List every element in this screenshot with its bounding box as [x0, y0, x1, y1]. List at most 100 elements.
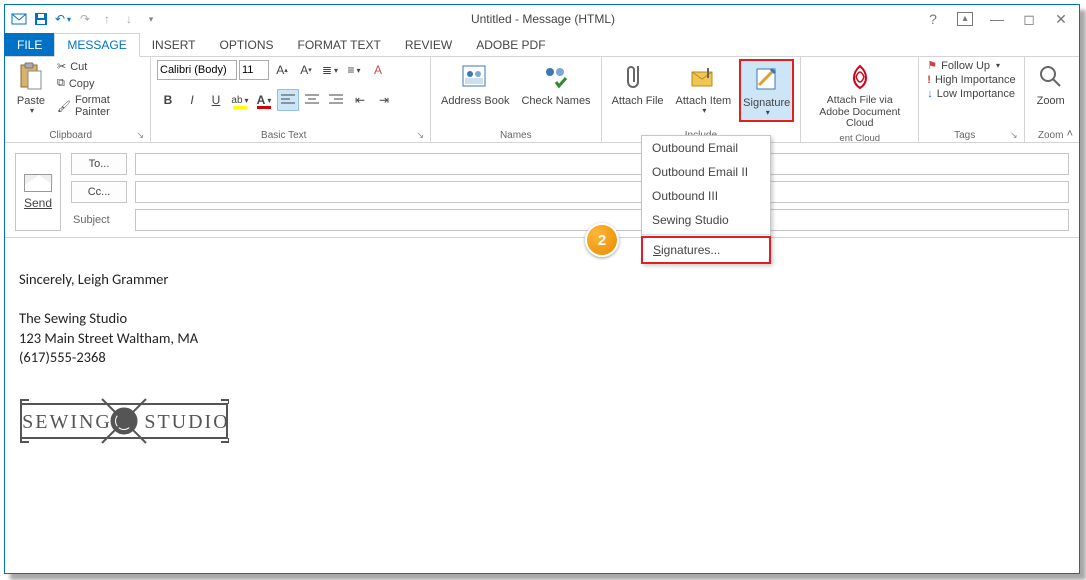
tab-format-text[interactable]: FORMAT TEXT — [286, 33, 393, 56]
qat-customize-icon[interactable]: ▾ — [141, 9, 161, 29]
dialog-launcher-icon[interactable]: ↘ — [136, 130, 144, 141]
window-title: Untitled - Message (HTML) — [161, 12, 925, 26]
magnifier-icon — [1035, 61, 1067, 93]
zoom-button[interactable]: Zoom — [1031, 59, 1071, 109]
dialog-launcher-icon[interactable]: ↘ — [416, 130, 424, 141]
format-painter-button[interactable]: 🖌Format Painter — [55, 93, 144, 119]
to-field[interactable] — [135, 153, 1069, 175]
group-basic-text: A▴ A▾ ≣▾ ≡▾ A B I U ab▾ A▾ ⇤ ⇥ — [151, 57, 431, 142]
increase-indent-icon[interactable]: ⇥ — [373, 89, 395, 111]
quick-access-toolbar: ↶▾ ↷ ↑ ↓ ▾ — [9, 9, 161, 29]
follow-up-button[interactable]: ⚑Follow Up▾ — [925, 59, 1017, 72]
window-controls: ? ▴ — ◻ ✕ — [925, 11, 1075, 28]
copy-button[interactable]: ⧉Copy — [55, 76, 144, 91]
send-button[interactable]: Send — [15, 153, 61, 231]
callout-badge-2: 2 — [585, 223, 619, 257]
maximize-icon[interactable]: ◻ — [1021, 11, 1037, 28]
cc-field[interactable] — [135, 181, 1069, 203]
redo-icon[interactable]: ↷ — [75, 9, 95, 29]
close-icon[interactable]: ✕ — [1053, 11, 1069, 28]
to-button[interactable]: To... — [71, 153, 127, 175]
cut-button[interactable]: ✂Cut — [55, 59, 144, 74]
next-icon[interactable]: ↓ — [119, 9, 139, 29]
undo-icon[interactable]: ↶▾ — [53, 9, 73, 29]
subject-label: Subject — [71, 214, 127, 226]
grow-font-icon[interactable]: A▴ — [271, 59, 293, 81]
signature-icon — [751, 63, 783, 95]
copy-icon: ⧉ — [57, 77, 65, 90]
bold-button[interactable]: B — [157, 89, 179, 111]
signature-line1: Sincerely, Leigh Grammer — [19, 270, 1065, 290]
svg-text:SEWING: SEWING — [22, 411, 112, 433]
group-tags: ⚑Follow Up▾ !High Importance ↓Low Import… — [919, 57, 1024, 142]
tab-options[interactable]: OPTIONS — [208, 33, 286, 56]
ribbon-display-icon[interactable]: ▴ — [957, 12, 973, 26]
check-names-icon — [540, 61, 572, 93]
group-adobe: Attach File via Adobe Document Cloud ent… — [801, 57, 919, 142]
font-size-combo[interactable] — [239, 60, 269, 80]
prev-icon[interactable]: ↑ — [97, 9, 117, 29]
signature-menu-item[interactable]: Sewing Studio — [642, 208, 770, 232]
signatures-menu-item[interactable]: Signatures... — [641, 236, 771, 264]
group-clipboard: Paste ▾ ✂Cut ⧉Copy 🖌Format Painter Clipb… — [5, 57, 151, 142]
adobe-attach-button[interactable]: Attach File via Adobe Document Cloud — [807, 59, 912, 132]
group-include: Attach File Attach Item▾ Signature ▾ Inc… — [602, 57, 802, 142]
signature-menu-item[interactable]: Outbound Email II — [642, 160, 770, 184]
signature-menu-item[interactable]: Outbound Email — [642, 136, 770, 160]
minimize-icon[interactable]: — — [989, 11, 1005, 27]
decrease-indent-icon[interactable]: ⇤ — [349, 89, 371, 111]
paperclip-icon — [622, 61, 654, 93]
paste-button[interactable]: Paste ▾ — [11, 59, 51, 118]
font-name-combo[interactable] — [157, 60, 237, 80]
message-body[interactable]: Sincerely, Leigh Grammer The Sewing Stud… — [5, 238, 1079, 540]
scissors-icon: ✂ — [57, 60, 66, 73]
signature-menu-item[interactable]: Outbound III — [642, 184, 770, 208]
address-book-button[interactable]: Address Book — [437, 59, 513, 109]
attach-file-button[interactable]: Attach File — [608, 59, 668, 109]
align-left-icon[interactable] — [277, 89, 299, 111]
tab-adobe-pdf[interactable]: ADOBE PDF — [464, 33, 557, 56]
group-names: Address Book Check Names Names — [431, 57, 602, 142]
cc-button[interactable]: Cc... — [71, 181, 127, 203]
check-names-button[interactable]: Check Names — [517, 59, 594, 109]
paste-icon — [15, 61, 47, 93]
attach-item-button[interactable]: Attach Item▾ — [672, 59, 736, 118]
signature-line2: The Sewing Studio — [19, 309, 1065, 329]
tab-file[interactable]: FILE — [5, 33, 54, 56]
format-painter2-icon[interactable]: A — [367, 59, 389, 81]
flag-icon: ⚑ — [927, 59, 937, 72]
numbering-icon[interactable]: ≡▾ — [343, 59, 365, 81]
chevron-down-icon: ▾ — [30, 107, 34, 116]
signature-button[interactable]: Signature ▾ — [739, 59, 794, 122]
app-icon — [9, 9, 29, 29]
italic-button[interactable]: I — [181, 89, 203, 111]
align-center-icon[interactable] — [301, 89, 323, 111]
highlight-icon[interactable]: ab▾ — [229, 89, 251, 111]
collapse-ribbon-icon[interactable]: ˄ — [1067, 128, 1073, 140]
ribbon-tabs: FILE MESSAGE INSERT OPTIONS FORMAT TEXT … — [5, 33, 1079, 57]
tab-message[interactable]: MESSAGE — [54, 33, 139, 57]
tab-insert[interactable]: INSERT — [140, 33, 208, 56]
signature-line4: (617)555-2368 — [19, 348, 1065, 368]
signature-line3: 123 Main Street Waltham, MA — [19, 329, 1065, 349]
exclamation-icon: ! — [927, 74, 931, 86]
align-right-icon[interactable] — [325, 89, 347, 111]
low-importance-button[interactable]: ↓Low Importance — [925, 88, 1017, 100]
menu-separator — [642, 234, 770, 235]
high-importance-button[interactable]: !High Importance — [925, 74, 1017, 86]
dialog-launcher-icon[interactable]: ↘ — [1010, 130, 1018, 141]
svg-text:STUDIO: STUDIO — [144, 411, 229, 433]
font-color-icon[interactable]: A▾ — [253, 89, 275, 111]
outlook-message-window: ↶▾ ↷ ↑ ↓ ▾ Untitled - Message (HTML) ? ▴… — [4, 4, 1080, 574]
chevron-down-icon: ▾ — [766, 109, 770, 118]
envelope-icon — [24, 174, 52, 192]
arrow-down-icon: ↓ — [927, 88, 933, 100]
underline-button[interactable]: U — [205, 89, 227, 111]
address-book-icon — [459, 61, 491, 93]
shrink-font-icon[interactable]: A▾ — [295, 59, 317, 81]
bullets-icon[interactable]: ≣▾ — [319, 59, 341, 81]
title-bar: ↶▾ ↷ ↑ ↓ ▾ Untitled - Message (HTML) ? ▴… — [5, 5, 1079, 33]
help-icon[interactable]: ? — [925, 11, 941, 27]
save-icon[interactable] — [31, 9, 51, 29]
tab-review[interactable]: REVIEW — [393, 33, 464, 56]
